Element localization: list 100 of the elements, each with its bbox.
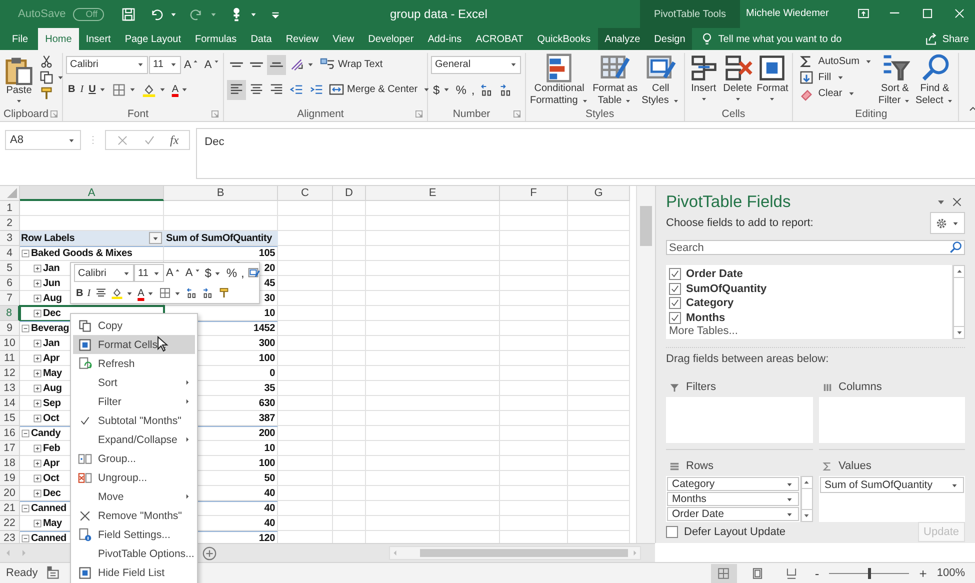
column-header[interactable]: E: [366, 186, 500, 201]
field-list-scrollbar[interactable]: [952, 265, 965, 339]
currency-button[interactable]: $: [431, 80, 453, 100]
ribbon-tab[interactable]: Data: [244, 28, 279, 50]
delete-button[interactable]: Delete: [722, 53, 754, 106]
field-chip[interactable]: Sum of SumOfQuantity: [820, 477, 964, 493]
row-header[interactable]: 23: [0, 531, 20, 543]
ribbon-tab[interactable]: Insert: [78, 28, 118, 50]
row-header[interactable]: 21: [0, 501, 20, 516]
font-size-field[interactable]: 11: [134, 264, 164, 282]
column-header[interactable]: G: [568, 186, 630, 201]
tell-me-field[interactable]: Tell me what you want to do: [718, 34, 842, 44]
checkbox[interactable]: [669, 297, 681, 310]
checkbox[interactable]: [666, 526, 678, 538]
zoom-in-button[interactable]: +: [917, 566, 929, 580]
row-header[interactable]: 8: [0, 306, 20, 321]
italic-button[interactable]: I: [85, 284, 93, 302]
bold-button[interactable]: B: [66, 80, 78, 100]
bold-button[interactable]: B: [74, 284, 86, 302]
format-button[interactable]: Format: [756, 53, 790, 106]
underline-button[interactable]: U: [86, 80, 109, 100]
conditional-button[interactable]: Conditional Formatting: [529, 53, 590, 107]
drop-area[interactable]: Category Months Order Date: [666, 476, 812, 522]
area-scrollbar[interactable]: [800, 476, 812, 522]
autosum-button[interactable]: AutoSum: [797, 53, 876, 69]
ribbon-tab[interactable]: File: [0, 28, 38, 50]
formula-field[interactable]: Dec: [196, 128, 975, 179]
font-color-button[interactable]: A: [136, 284, 158, 302]
zoom-out-button[interactable]: -: [812, 566, 822, 580]
fill-button[interactable]: Fill: [797, 69, 876, 85]
row-header[interactable]: 16: [0, 426, 20, 441]
wrap-text-button[interactable]: Wrap Text: [318, 54, 385, 74]
row-header[interactable]: 9: [0, 321, 20, 336]
column-header[interactable]: F: [500, 186, 568, 201]
ribbon-tab[interactable]: Formulas: [188, 28, 244, 50]
number-format-field[interactable]: General: [431, 56, 521, 74]
find-button[interactable]: Find & Select: [914, 53, 956, 107]
more-tables-link[interactable]: More Tables...: [669, 325, 949, 337]
vertical-scrollbar[interactable]: [636, 186, 655, 543]
field-chip[interactable]: Order Date: [667, 507, 798, 521]
row-header[interactable]: 15: [0, 411, 20, 426]
paste-button[interactable]: Paste: [3, 53, 35, 106]
font-color-button[interactable]: A: [170, 80, 192, 100]
row-header[interactable]: 22: [0, 516, 20, 531]
ribbon-tab[interactable]: Analyze: [598, 28, 648, 50]
filter-dropdown-button[interactable]: [149, 232, 162, 244]
row-header[interactable]: 10: [0, 336, 20, 351]
sort-filter-button[interactable]: Sort & Filter: [877, 53, 912, 107]
menu-item[interactable]: Hide Field List: [73, 563, 195, 582]
font-name-field[interactable]: Calibri: [66, 56, 148, 74]
italic-button[interactable]: I: [78, 80, 86, 100]
insert-button[interactable]: Insert: [688, 53, 720, 106]
ribbon-tab[interactable]: Page Layout: [118, 28, 188, 50]
name-box[interactable]: A8: [5, 130, 81, 150]
share-button[interactable]: Share: [924, 28, 975, 50]
merge-center-button[interactable]: Merge & Center: [327, 80, 433, 100]
font-size-field[interactable]: 11: [149, 56, 181, 74]
row-header[interactable]: 17: [0, 441, 20, 456]
shrink-button[interactable]: A: [202, 54, 222, 74]
row-header[interactable]: 4: [0, 246, 20, 261]
row-header[interactable]: 20: [0, 486, 20, 501]
row-header[interactable]: 7: [0, 291, 20, 306]
column-header[interactable]: D: [333, 186, 366, 201]
clear-button[interactable]: Clear: [797, 85, 876, 101]
ribbon-tab[interactable]: ACROBAT: [468, 28, 530, 50]
row-header[interactable]: 11: [0, 351, 20, 366]
search-field[interactable]: Search: [666, 240, 965, 255]
checkbox[interactable]: [669, 312, 681, 324]
comma-button[interactable]: ,: [469, 80, 477, 100]
menu-item[interactable]: PivotTable Options...: [73, 544, 195, 563]
grow-button[interactable]: A: [182, 54, 202, 74]
row-header[interactable]: 19: [0, 471, 20, 486]
ribbon-tab[interactable]: Developer: [361, 28, 421, 50]
row-header[interactable]: 3: [0, 231, 20, 246]
column-header[interactable]: B: [164, 186, 278, 201]
row-header[interactable]: 6: [0, 276, 20, 291]
column-header[interactable]: A: [20, 186, 164, 201]
column-header[interactable]: C: [278, 186, 333, 201]
row-header[interactable]: 12: [0, 366, 20, 381]
checkbox[interactable]: [669, 282, 681, 295]
insert-function-button[interactable]: fx: [168, 130, 181, 150]
ribbon-tab[interactable]: Design: [647, 28, 692, 50]
normal-view-button[interactable]: [710, 564, 737, 582]
checkbox[interactable]: [669, 268, 681, 280]
ribbon-tab[interactable]: QuickBooks: [530, 28, 598, 50]
row-header[interactable]: 18: [0, 456, 20, 471]
field-chip[interactable]: Months: [667, 492, 798, 506]
cell-styles-button[interactable]: Cell Styles: [640, 53, 681, 107]
ribbon-tab[interactable]: Add-ins: [420, 28, 469, 50]
layout-options-button[interactable]: [930, 212, 965, 234]
row-header[interactable]: 5: [0, 261, 20, 276]
row-header[interactable]: 13: [0, 381, 20, 396]
font-name-field[interactable]: Calibri: [74, 264, 134, 282]
align-button[interactable]: [227, 80, 246, 100]
drop-area[interactable]: Sum of SumOfQuantity: [818, 476, 965, 522]
horizontal-scrollbar[interactable]: [389, 546, 641, 560]
row-header[interactable]: 1: [0, 201, 20, 216]
ribbon-tab[interactable]: Home: [38, 28, 79, 50]
align-button[interactable]: [267, 54, 286, 74]
field-chip[interactable]: Category: [667, 477, 798, 491]
